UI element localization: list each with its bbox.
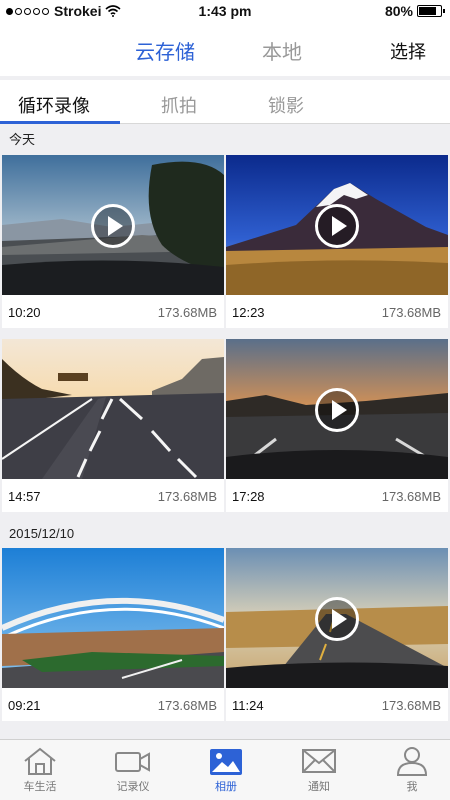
video-meta: 10:20 173.68MB xyxy=(2,295,224,328)
photo-album-icon xyxy=(210,749,242,775)
video-thumbnail xyxy=(226,155,448,295)
play-icon[interactable] xyxy=(315,597,359,641)
video-meta: 17:28 173.68MB xyxy=(226,479,448,512)
video-time: 12:23 xyxy=(232,305,265,320)
tabbar-item-car-life[interactable]: 车生活 xyxy=(10,746,70,794)
video-card[interactable]: 12:23 173.68MB xyxy=(226,155,448,328)
video-size: 173.68MB xyxy=(157,698,217,713)
video-time: 11:24 xyxy=(232,698,264,713)
tabbar-label: 我 xyxy=(406,781,418,793)
play-icon[interactable] xyxy=(91,204,135,248)
clock: 1:43 pm xyxy=(198,3,252,19)
select-button[interactable]: 选择 xyxy=(390,38,426,64)
battery-status: 80% xyxy=(384,3,445,19)
tabbar-label: 记录仪 xyxy=(116,781,150,793)
video-time: 09:21 xyxy=(8,698,41,713)
video-camera-icon xyxy=(115,752,150,772)
bottom-tab-bar: 车生活 记录仪 相册 通知 我 xyxy=(0,739,450,800)
video-time: 17:28 xyxy=(232,489,265,504)
tab-indicator xyxy=(0,121,120,124)
battery-icon xyxy=(417,5,445,17)
section-header: 2015/12/10 xyxy=(9,526,75,541)
video-meta: 12:23 173.68MB xyxy=(226,295,448,328)
video-card[interactable]: 14:57 173.68MB xyxy=(2,339,224,512)
status-bar: Strokei 1:43 pm 80% xyxy=(0,0,450,24)
tabbar-label: 车生活 xyxy=(23,781,57,793)
video-card[interactable]: 17:28 173.68MB xyxy=(226,339,448,512)
video-thumbnail xyxy=(2,339,224,479)
video-meta: 14:57 173.68MB xyxy=(2,479,224,512)
battery-percent: 80% xyxy=(384,3,413,19)
tabbar-item-notifications[interactable]: 通知 xyxy=(289,746,349,794)
tab-locked-video[interactable]: 锁影 xyxy=(268,92,304,118)
section-header: 今天 xyxy=(9,132,36,147)
video-thumbnail xyxy=(2,155,224,295)
tabbar-item-me[interactable]: 我 xyxy=(382,746,442,794)
segment-local[interactable]: 本地 xyxy=(262,36,302,65)
segment-cloud-storage[interactable]: 云存储 xyxy=(135,36,195,65)
video-time: 14:57 xyxy=(8,489,41,504)
tabbar-label: 相册 xyxy=(215,781,237,793)
video-meta: 09:21 173.68MB xyxy=(2,688,224,721)
video-thumbnail xyxy=(226,548,448,688)
video-time: 10:20 xyxy=(8,305,41,320)
play-icon[interactable] xyxy=(315,388,359,432)
video-size: 173.68MB xyxy=(381,698,441,713)
user-icon xyxy=(396,747,428,776)
video-card[interactable]: 11:24 173.68MB xyxy=(226,548,448,721)
play-icon[interactable] xyxy=(315,204,359,248)
video-size: 173.68MB xyxy=(157,489,217,504)
tabbar-label: 通知 xyxy=(308,781,330,793)
top-nav: 云存储 本地 选择 xyxy=(0,24,450,76)
home-icon xyxy=(24,747,56,775)
video-size: 173.68MB xyxy=(381,489,441,504)
tab-snapshot[interactable]: 抓拍 xyxy=(161,92,197,118)
video-meta: 11:24 173.68MB xyxy=(226,688,448,721)
video-card[interactable]: 10:20 173.68MB xyxy=(2,155,224,328)
video-size: 173.68MB xyxy=(381,305,441,320)
tabbar-item-album[interactable]: 相册 xyxy=(196,746,256,794)
video-card[interactable]: 09:21 173.68MB xyxy=(2,548,224,721)
tab-loop-recording[interactable]: 循环录像 xyxy=(18,92,90,118)
video-thumbnail xyxy=(2,548,224,688)
envelope-icon xyxy=(302,749,336,773)
tabbar-item-recorder[interactable]: 记录仪 xyxy=(103,746,163,794)
video-size: 173.68MB xyxy=(157,305,217,320)
category-tabs: 循环录像 抓拍 锁影 xyxy=(0,80,450,124)
video-thumbnail xyxy=(226,339,448,479)
